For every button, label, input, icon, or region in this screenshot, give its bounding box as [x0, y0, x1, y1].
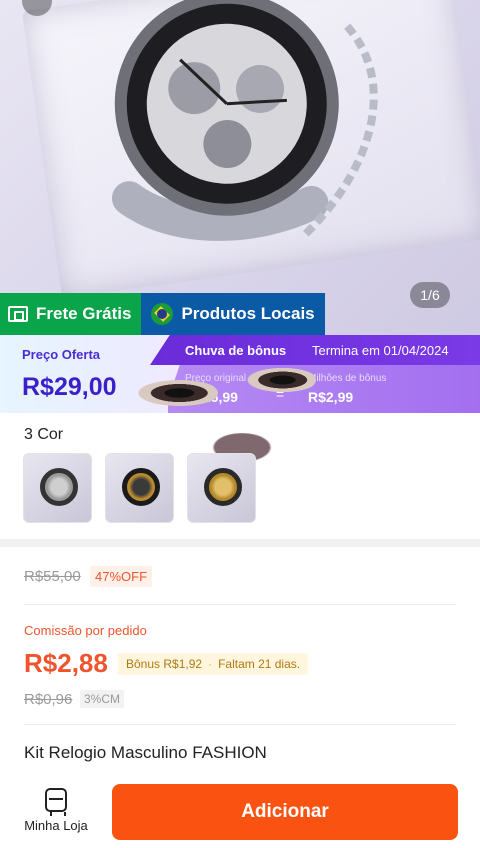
divider — [24, 724, 456, 725]
variant-thumbnails — [23, 453, 256, 523]
price-banner: Preço Oferta R$29,00 Chuva de bônus Term… — [0, 335, 480, 413]
old-price: R$55,00 — [24, 568, 81, 585]
image-counter: 1/6 — [410, 282, 450, 308]
my-store-label: Minha Loja — [24, 818, 88, 833]
variant-gold-thumbnail[interactable] — [187, 453, 256, 523]
product-image[interactable]: 1/6 — [0, 0, 480, 338]
brazil-flag-icon — [151, 303, 174, 325]
section-divider — [0, 539, 480, 547]
eye-sticker-left — [132, 378, 218, 408]
watch-icon — [204, 468, 242, 506]
bonus-title: Chuva de bônus — [185, 343, 287, 358]
offer-price: R$29,00 — [22, 373, 117, 401]
add-button[interactable]: Adicionar — [112, 784, 458, 840]
bonus-chip: Bônus R$1,92 · Faltam 21 dias. — [118, 653, 309, 675]
bonus-millions-label: Milhões de bônus — [308, 373, 387, 384]
my-store-button[interactable]: Minha Loja — [18, 788, 94, 833]
bonus-remaining: Faltam 21 dias. — [218, 657, 301, 671]
old-commission: R$0,96 — [24, 691, 73, 708]
watch-icon — [40, 468, 78, 506]
bonus-end-date: Termina em 01/04/2024 — [312, 343, 449, 358]
bottom-bar: Minha Loja Adicionar — [0, 776, 480, 848]
badge-row: Frete Grátis Produtos Locais — [0, 293, 325, 335]
local-products-badge: Produtos Locais — [141, 293, 325, 335]
offer-label: Preço Oferta — [22, 347, 101, 362]
commission-value: R$2,88 — [24, 648, 108, 678]
product-photo — [21, 0, 480, 299]
product-title: Kit Relogio Masculino FASHION — [24, 743, 267, 762]
bonus-amount: Bônus R$1,92 — [126, 657, 203, 671]
watch-icon — [122, 468, 160, 506]
bonus-millions-value: R$2,99 — [308, 389, 354, 405]
variant-black-gold-thumbnail[interactable] — [105, 453, 174, 523]
discount-badge: 47%OFF — [90, 566, 153, 587]
free-shipping-label: Frete Grátis — [36, 304, 132, 323]
eye-sticker-right — [242, 366, 316, 394]
ticket-icon — [8, 306, 28, 322]
watch-illustration — [111, 0, 378, 241]
local-products-label: Produtos Locais — [181, 304, 315, 323]
commission-rate-badge: 3%CM — [80, 690, 125, 708]
variant-silver-thumbnail[interactable] — [23, 453, 92, 523]
store-icon — [45, 788, 67, 816]
divider — [24, 604, 456, 605]
free-shipping-badge: Frete Grátis — [0, 293, 142, 335]
commission-label: Comissão por pedido — [24, 623, 147, 638]
variant-title: 3 Cor — [24, 426, 64, 443]
